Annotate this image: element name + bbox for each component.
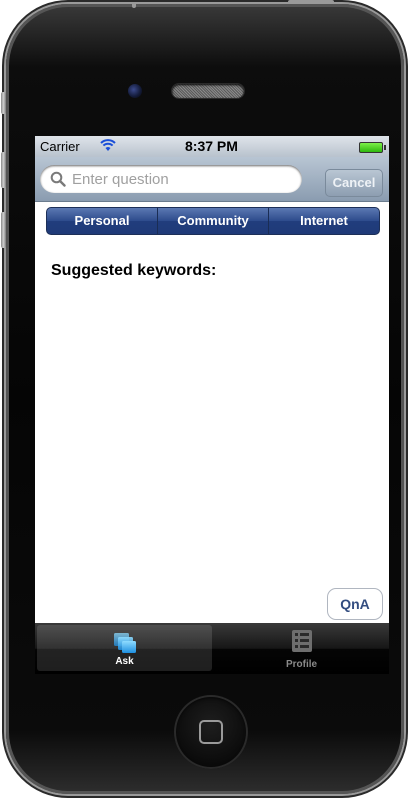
segment-community[interactable]: Community: [158, 208, 269, 234]
tab-profile-label: Profile: [285, 659, 318, 670]
tab-ask-label: Ask: [115, 656, 134, 667]
status-bar: Carrier 8:37 PM: [35, 136, 389, 157]
cancel-button[interactable]: Cancel: [325, 169, 383, 197]
earpiece-speaker: [172, 84, 244, 98]
app-screen: Carrier 8:37 PM Cancel Personal Communit…: [35, 136, 389, 674]
phone-frame: Carrier 8:37 PM Cancel Personal Communit…: [1, 0, 404, 794]
sleep-button[interactable]: [288, 0, 334, 4]
question-input[interactable]: [72, 169, 292, 189]
top-edge-notch: [132, 2, 136, 8]
battery-icon: [359, 142, 386, 153]
segment-internet[interactable]: Internet: [269, 208, 379, 234]
carrier-label: Carrier: [40, 139, 80, 154]
home-square-icon: [199, 720, 223, 744]
qna-button[interactable]: QnA: [327, 588, 383, 620]
tab-bar: Ask Profile: [35, 623, 389, 674]
profile-list-icon: [291, 630, 312, 652]
search-icon: [50, 171, 66, 187]
search-bar: Cancel: [35, 157, 389, 202]
ask-cards-icon: [113, 633, 136, 653]
wifi-icon: [100, 139, 116, 151]
mute-switch[interactable]: [1, 92, 6, 114]
source-segmented-control: Personal Community Internet: [46, 207, 380, 235]
search-field[interactable]: [40, 165, 302, 193]
segment-personal[interactable]: Personal: [47, 208, 158, 234]
volume-up-button[interactable]: [1, 152, 6, 188]
tab-profile[interactable]: Profile: [214, 623, 389, 674]
clock: 8:37 PM: [185, 138, 238, 154]
front-camera: [128, 84, 142, 98]
suggested-keywords-heading: Suggested keywords:: [51, 262, 217, 279]
home-button[interactable]: [174, 695, 248, 769]
tab-ask[interactable]: Ask: [37, 625, 212, 671]
volume-down-button[interactable]: [1, 212, 6, 248]
